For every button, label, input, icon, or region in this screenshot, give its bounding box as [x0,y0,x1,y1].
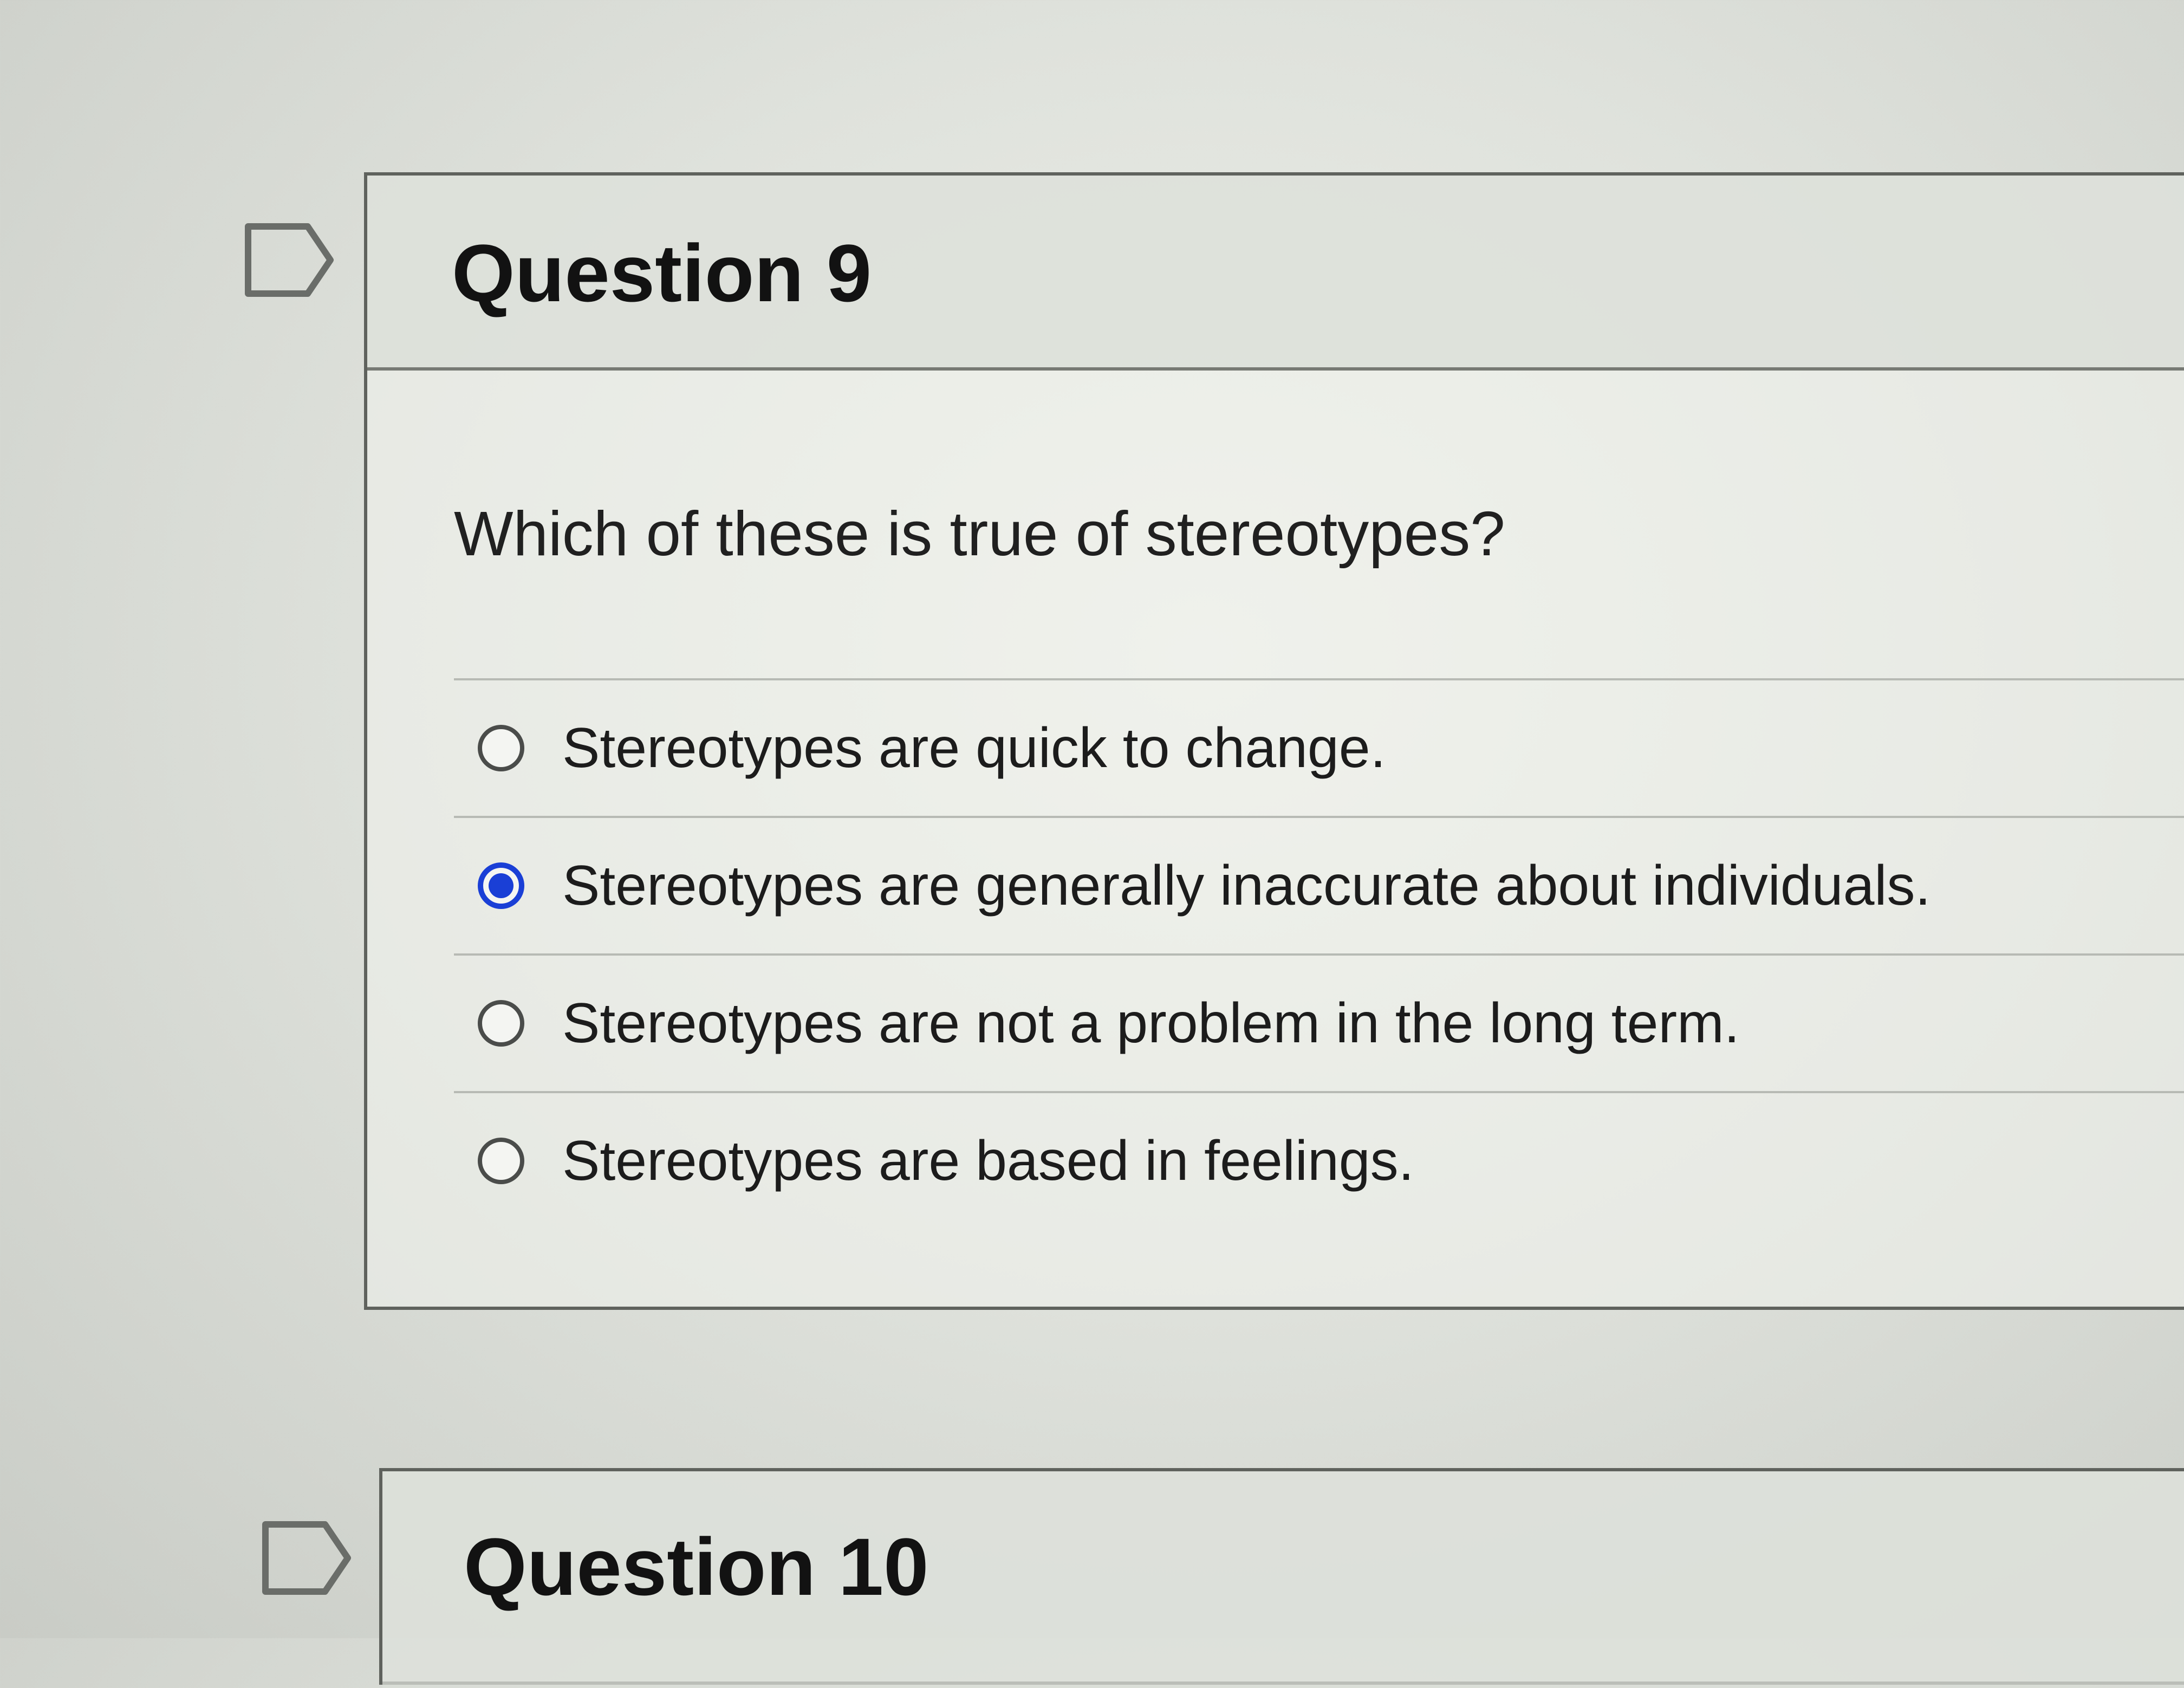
question-9-title: Question 9 [452,228,872,319]
question-9-text: Which of these is true of stereotypes? [454,498,1505,569]
answer-label[interactable]: Stereotypes are quick to change. [562,716,1386,781]
answer-options: Stereotypes are quick to change. Stereot… [454,678,2184,1229]
answer-label[interactable]: Stereotypes are not a problem in the lon… [562,991,1740,1056]
radio-button-selected[interactable] [478,862,524,909]
answer-option-3[interactable]: Stereotypes are not a problem in the lon… [454,953,2184,1091]
flag-question-9-icon[interactable] [244,222,336,298]
answer-label[interactable]: Stereotypes are based in feelings. [562,1129,1414,1193]
radio-button[interactable] [478,725,524,771]
radio-button[interactable] [478,1000,524,1047]
flag-question-10-icon[interactable] [261,1520,353,1596]
radio-button[interactable] [478,1138,524,1184]
answer-option-2[interactable]: Stereotypes are generally inaccurate abo… [454,816,2184,953]
question-10-title: Question 10 [464,1521,929,1612]
answer-label[interactable]: Stereotypes are generally inaccurate abo… [562,854,1930,918]
answer-option-1[interactable]: Stereotypes are quick to change. [454,678,2184,816]
answer-option-4[interactable]: Stereotypes are based in feelings. [454,1091,2184,1229]
